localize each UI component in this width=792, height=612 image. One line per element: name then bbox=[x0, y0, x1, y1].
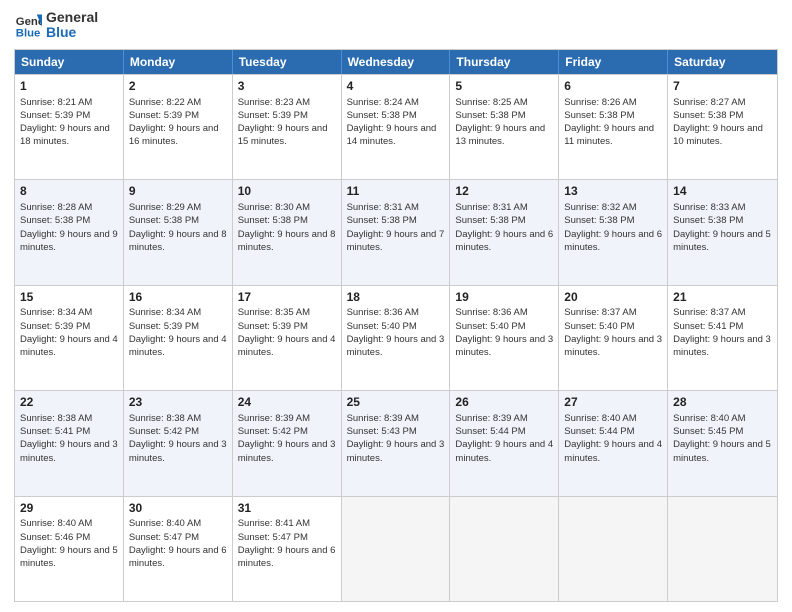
cal-cell-w4-4 bbox=[450, 497, 559, 601]
cal-cell-w2-5: 20Sunrise: 8:37 AMSunset: 5:40 PMDayligh… bbox=[559, 286, 668, 390]
col-header-wednesday: Wednesday bbox=[342, 50, 451, 74]
header: General Blue General Blue bbox=[14, 10, 778, 41]
cal-cell-w0-5: 6Sunrise: 8:26 AMSunset: 5:38 PMDaylight… bbox=[559, 75, 668, 179]
col-header-saturday: Saturday bbox=[668, 50, 777, 74]
calendar-row-0: 1Sunrise: 8:21 AMSunset: 5:39 PMDaylight… bbox=[15, 74, 777, 179]
col-header-friday: Friday bbox=[559, 50, 668, 74]
cal-cell-w0-2: 3Sunrise: 8:23 AMSunset: 5:39 PMDaylight… bbox=[233, 75, 342, 179]
cal-cell-w3-1: 23Sunrise: 8:38 AMSunset: 5:42 PMDayligh… bbox=[124, 391, 233, 495]
calendar-header: SundayMondayTuesdayWednesdayThursdayFrid… bbox=[15, 50, 777, 74]
calendar-row-1: 8Sunrise: 8:28 AMSunset: 5:38 PMDaylight… bbox=[15, 179, 777, 284]
cal-cell-w3-5: 27Sunrise: 8:40 AMSunset: 5:44 PMDayligh… bbox=[559, 391, 668, 495]
calendar: SundayMondayTuesdayWednesdayThursdayFrid… bbox=[14, 49, 778, 602]
cal-cell-w1-6: 14Sunrise: 8:33 AMSunset: 5:38 PMDayligh… bbox=[668, 180, 777, 284]
cal-cell-w1-1: 9Sunrise: 8:29 AMSunset: 5:38 PMDaylight… bbox=[124, 180, 233, 284]
cal-cell-w2-1: 16Sunrise: 8:34 AMSunset: 5:39 PMDayligh… bbox=[124, 286, 233, 390]
logo: General Blue General Blue bbox=[14, 10, 98, 41]
cal-cell-w1-4: 12Sunrise: 8:31 AMSunset: 5:38 PMDayligh… bbox=[450, 180, 559, 284]
cal-cell-w1-2: 10Sunrise: 8:30 AMSunset: 5:38 PMDayligh… bbox=[233, 180, 342, 284]
calendar-body: 1Sunrise: 8:21 AMSunset: 5:39 PMDaylight… bbox=[15, 74, 777, 601]
logo-blue: Blue bbox=[46, 25, 98, 40]
cal-cell-w3-3: 25Sunrise: 8:39 AMSunset: 5:43 PMDayligh… bbox=[342, 391, 451, 495]
cal-cell-w1-3: 11Sunrise: 8:31 AMSunset: 5:38 PMDayligh… bbox=[342, 180, 451, 284]
cal-cell-w2-0: 15Sunrise: 8:34 AMSunset: 5:39 PMDayligh… bbox=[15, 286, 124, 390]
svg-text:Blue: Blue bbox=[16, 28, 41, 40]
cal-cell-w3-0: 22Sunrise: 8:38 AMSunset: 5:41 PMDayligh… bbox=[15, 391, 124, 495]
col-header-thursday: Thursday bbox=[450, 50, 559, 74]
cal-cell-w2-3: 18Sunrise: 8:36 AMSunset: 5:40 PMDayligh… bbox=[342, 286, 451, 390]
cal-cell-w0-3: 4Sunrise: 8:24 AMSunset: 5:38 PMDaylight… bbox=[342, 75, 451, 179]
cal-cell-w0-4: 5Sunrise: 8:25 AMSunset: 5:38 PMDaylight… bbox=[450, 75, 559, 179]
cal-cell-w2-4: 19Sunrise: 8:36 AMSunset: 5:40 PMDayligh… bbox=[450, 286, 559, 390]
col-header-monday: Monday bbox=[124, 50, 233, 74]
cal-cell-w2-2: 17Sunrise: 8:35 AMSunset: 5:39 PMDayligh… bbox=[233, 286, 342, 390]
col-header-tuesday: Tuesday bbox=[233, 50, 342, 74]
cal-cell-w4-1: 30Sunrise: 8:40 AMSunset: 5:47 PMDayligh… bbox=[124, 497, 233, 601]
page: General Blue General Blue SundayMondayTu… bbox=[0, 0, 792, 612]
cal-cell-w4-2: 31Sunrise: 8:41 AMSunset: 5:47 PMDayligh… bbox=[233, 497, 342, 601]
col-header-sunday: Sunday bbox=[15, 50, 124, 74]
logo-icon: General Blue bbox=[14, 11, 42, 39]
cal-cell-w1-0: 8Sunrise: 8:28 AMSunset: 5:38 PMDaylight… bbox=[15, 180, 124, 284]
cal-cell-w1-5: 13Sunrise: 8:32 AMSunset: 5:38 PMDayligh… bbox=[559, 180, 668, 284]
cal-cell-w3-4: 26Sunrise: 8:39 AMSunset: 5:44 PMDayligh… bbox=[450, 391, 559, 495]
svg-text:General: General bbox=[16, 16, 42, 28]
calendar-row-2: 15Sunrise: 8:34 AMSunset: 5:39 PMDayligh… bbox=[15, 285, 777, 390]
logo-general: General bbox=[46, 10, 98, 25]
cal-cell-w4-0: 29Sunrise: 8:40 AMSunset: 5:46 PMDayligh… bbox=[15, 497, 124, 601]
cal-cell-w0-6: 7Sunrise: 8:27 AMSunset: 5:38 PMDaylight… bbox=[668, 75, 777, 179]
cal-cell-w2-6: 21Sunrise: 8:37 AMSunset: 5:41 PMDayligh… bbox=[668, 286, 777, 390]
cal-cell-w3-2: 24Sunrise: 8:39 AMSunset: 5:42 PMDayligh… bbox=[233, 391, 342, 495]
cal-cell-w4-3 bbox=[342, 497, 451, 601]
calendar-row-3: 22Sunrise: 8:38 AMSunset: 5:41 PMDayligh… bbox=[15, 390, 777, 495]
cal-cell-w3-6: 28Sunrise: 8:40 AMSunset: 5:45 PMDayligh… bbox=[668, 391, 777, 495]
cal-cell-w0-1: 2Sunrise: 8:22 AMSunset: 5:39 PMDaylight… bbox=[124, 75, 233, 179]
cal-cell-w4-6 bbox=[668, 497, 777, 601]
cal-cell-1: 1Sunrise: 8:21 AMSunset: 5:39 PMDaylight… bbox=[15, 75, 124, 179]
cal-cell-w4-5 bbox=[559, 497, 668, 601]
calendar-row-4: 29Sunrise: 8:40 AMSunset: 5:46 PMDayligh… bbox=[15, 496, 777, 601]
